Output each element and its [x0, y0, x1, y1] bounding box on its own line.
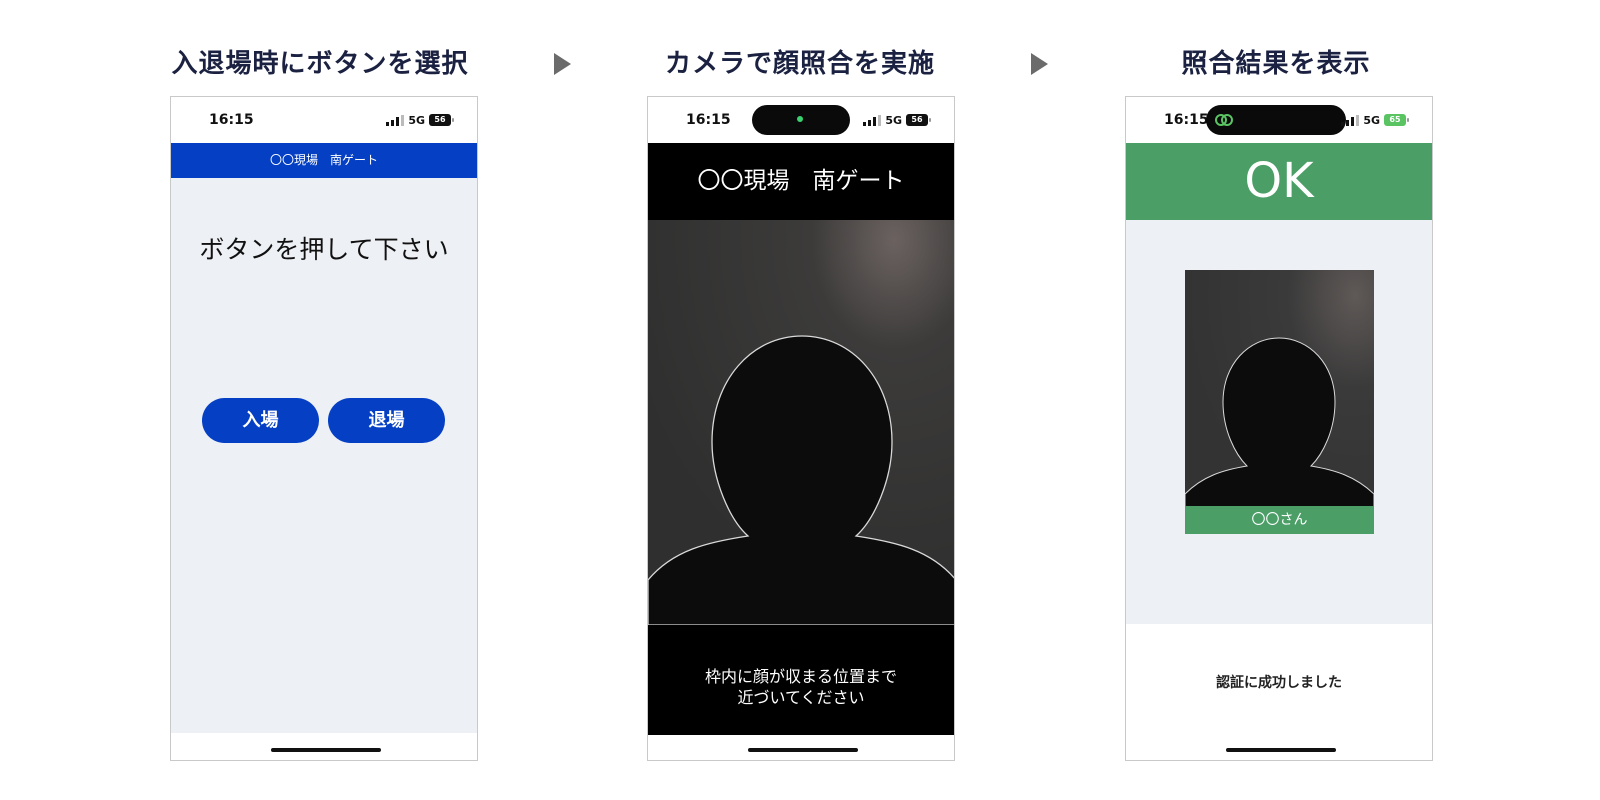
- status-time: 16:15: [209, 112, 254, 128]
- exit-button[interactable]: 退場: [328, 398, 445, 443]
- signal-icon: [1341, 114, 1360, 126]
- prompt-text: ボタンを押して下さい: [199, 235, 449, 264]
- signal-icon: [863, 114, 882, 126]
- status-bar: 16:15 5G 56: [171, 97, 477, 143]
- matched-name-label: 〇〇さん: [1185, 506, 1374, 534]
- dynamic-island: [752, 105, 850, 135]
- phone-screen-camera: 16:15 5G 56 〇〇現場 南ゲート 枠内に顔が収まる位置まで 近づいてく…: [647, 96, 955, 761]
- dynamic-island: [1206, 105, 1346, 135]
- battery-icon: 56: [906, 114, 931, 126]
- gate-header: 〇〇現場 南ゲート: [171, 143, 477, 178]
- link-icon: [1215, 114, 1233, 126]
- person-silhouette-icon: [1185, 270, 1374, 528]
- instruction-panel: 枠内に顔が収まる位置まで 近づいてください: [648, 625, 954, 735]
- status-bar: 16:15 5G 65: [1126, 97, 1432, 143]
- home-indicator[interactable]: [271, 748, 381, 752]
- arrow-right-icon: [1031, 53, 1048, 75]
- home-indicator[interactable]: [1226, 748, 1336, 752]
- gate-header: 〇〇現場 南ゲート: [648, 143, 954, 220]
- signal-icon: [386, 114, 405, 126]
- camera-preview: [648, 220, 954, 625]
- network-type: 5G: [885, 113, 902, 127]
- success-message: 認証に成功しました: [1216, 675, 1342, 691]
- instruction-line-2: 近づいてください: [737, 688, 865, 707]
- enter-button[interactable]: 入場: [202, 398, 319, 443]
- arrow-right-icon: [554, 53, 571, 75]
- status-time: 16:15: [686, 112, 731, 128]
- step-title-1: 入退場時にボタンを選択: [171, 49, 469, 79]
- battery-icon: 56: [429, 114, 454, 126]
- matched-photo: [1185, 270, 1374, 528]
- phone-screen-select: 16:15 5G 56 〇〇現場 南ゲート ボタンを押して下さい 入場 退場: [170, 96, 478, 761]
- home-indicator[interactable]: [748, 748, 858, 752]
- step-title-2: カメラで顔照合を実施: [664, 49, 935, 79]
- battery-icon: 65: [1384, 114, 1409, 126]
- select-panel: ボタンを押して下さい 入場 退場: [171, 178, 477, 733]
- result-banner: OK: [1126, 143, 1432, 220]
- network-type: 5G: [1363, 113, 1380, 127]
- camera-active-icon: [797, 116, 803, 122]
- status-time: 16:15: [1164, 112, 1209, 128]
- network-type: 5G: [408, 113, 425, 127]
- result-panel: 〇〇さん: [1126, 220, 1432, 624]
- step-title-3: 照合結果を表示: [1181, 49, 1371, 79]
- phone-screen-result: 16:15 5G 65 OK 〇〇さん 認証に成功しました: [1125, 96, 1433, 761]
- face-guide-silhouette: [648, 220, 954, 625]
- status-bar: 16:15 5G 56: [648, 97, 954, 143]
